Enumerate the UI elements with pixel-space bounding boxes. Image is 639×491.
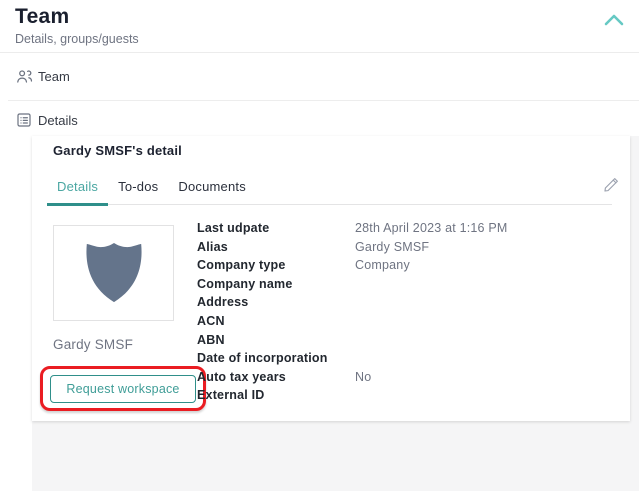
- card-title: Gardy SMSF's detail: [53, 143, 182, 158]
- request-workspace-button[interactable]: Request workspace: [50, 375, 196, 403]
- people-group-icon: [14, 66, 34, 86]
- nav-label-details: Details: [38, 112, 78, 128]
- nav-label-team: Team: [38, 68, 70, 84]
- field-value: 28th April 2023 at 1:16 PM: [355, 221, 508, 235]
- field-label: Alias: [197, 239, 228, 254]
- field-label: ACN: [197, 313, 225, 328]
- field-value: Company: [355, 258, 410, 273]
- field-label: Date of incorporation: [197, 351, 328, 366]
- field-value: No: [355, 369, 372, 384]
- list-details-icon: [14, 110, 34, 130]
- avatar: [53, 225, 174, 321]
- tab-documents[interactable]: Documents: [168, 173, 256, 206]
- avatar-caption: Gardy SMSF: [53, 337, 134, 352]
- details-expanded-panel: Gardy SMSF's detail Details To-dos Docum…: [32, 136, 639, 491]
- red-highlight-annotation: Request workspace: [40, 366, 206, 411]
- entity-detail-card: Gardy SMSF's detail Details To-dos Docum…: [32, 136, 630, 421]
- page-subtitle: Details, groups/guests: [15, 32, 139, 46]
- field-value: [355, 389, 508, 402]
- field-label: External ID: [197, 388, 265, 403]
- field-value: [355, 278, 508, 291]
- tab-bar: Details To-dos Documents: [47, 173, 612, 206]
- page-title: Team: [15, 5, 70, 28]
- field-value: Gardy SMSF: [355, 239, 430, 254]
- field-label: Company name: [197, 276, 293, 291]
- field-value: [355, 296, 508, 309]
- shield-placeholder-icon: [85, 243, 142, 303]
- field-label: Last udpate: [197, 221, 270, 235]
- field-label: Company type: [197, 258, 286, 273]
- pencil-icon[interactable]: [602, 176, 620, 194]
- field-value: [355, 315, 508, 328]
- field-value: [355, 334, 508, 347]
- tab-todos[interactable]: To-dos: [108, 173, 168, 206]
- detail-fields: Last udpate 28th April 2023 at 1:16 PM A…: [197, 222, 508, 402]
- nav-row-details[interactable]: Details: [0, 100, 639, 140]
- tab-details[interactable]: Details: [47, 173, 109, 206]
- nav-row-team[interactable]: Team: [0, 52, 639, 100]
- field-label: Address: [197, 295, 249, 310]
- field-value: [355, 352, 508, 365]
- field-label: ABN: [197, 332, 225, 347]
- team-page: Team Details, groups/guests Team Details…: [0, 0, 639, 491]
- field-label: Auto tax years: [197, 369, 286, 384]
- chevron-up-icon[interactable]: [604, 13, 624, 27]
